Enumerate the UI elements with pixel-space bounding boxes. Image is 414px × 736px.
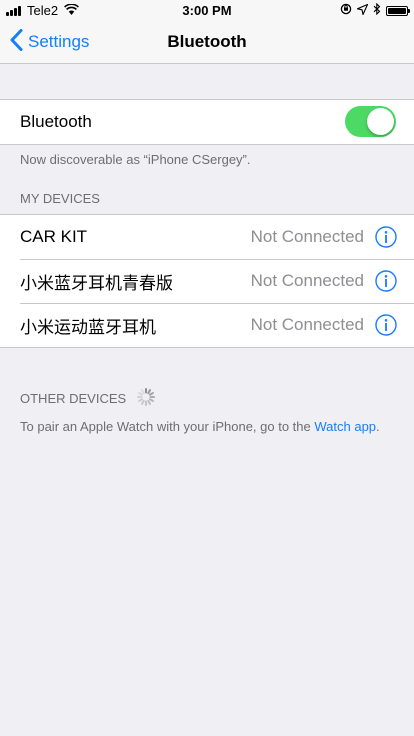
device-name: 小米运动蓝牙耳机 bbox=[20, 317, 156, 337]
orientation-lock-icon bbox=[340, 3, 352, 18]
watch-app-link[interactable]: Watch app bbox=[314, 419, 376, 434]
info-button-icon[interactable] bbox=[375, 314, 397, 336]
navigation-bar: Settings Bluetooth bbox=[0, 20, 414, 64]
my-devices-header-label: MY DEVICES bbox=[20, 191, 100, 206]
status-right bbox=[340, 2, 410, 18]
other-devices-header-label: OTHER DEVICES bbox=[20, 391, 127, 406]
bluetooth-toggle-group: Bluetooth bbox=[0, 99, 414, 145]
bluetooth-icon bbox=[373, 2, 381, 18]
discoverable-note: Now discoverable as “iPhone CSergey”. bbox=[20, 152, 251, 167]
bluetooth-toggle[interactable] bbox=[345, 106, 396, 137]
info-button-icon[interactable] bbox=[375, 270, 397, 292]
device-name: CAR KIT bbox=[20, 227, 88, 246]
device-name: 小米蓝牙耳机青春版 bbox=[20, 273, 173, 293]
my-devices-header: MY DEVICES bbox=[20, 191, 100, 206]
page-title: Bluetooth bbox=[167, 32, 247, 51]
status-bar: Tele2 3:00 PM bbox=[0, 0, 414, 20]
apple-watch-note-end: . bbox=[376, 419, 380, 434]
apple-watch-note: To pair an Apple Watch with your iPhone,… bbox=[20, 419, 380, 434]
device-status: Not Connected bbox=[250, 315, 364, 334]
device-status: Not Connected bbox=[250, 227, 364, 246]
device-row-car-kit[interactable]: CAR KIT Not Connected bbox=[0, 215, 414, 259]
toggle-knob bbox=[367, 108, 394, 135]
other-devices-header: OTHER DEVICES bbox=[20, 387, 156, 410]
bluetooth-label: Bluetooth bbox=[20, 112, 92, 131]
device-status: Not Connected bbox=[250, 271, 364, 290]
apple-watch-note-text: To pair an Apple Watch with your iPhone,… bbox=[20, 419, 315, 434]
my-devices-list: CAR KIT Not Connected 小米蓝牙耳机青春版 Not Conn… bbox=[0, 214, 414, 348]
info-button-icon[interactable] bbox=[375, 226, 397, 248]
loading-spinner-icon bbox=[136, 387, 156, 410]
battery-icon bbox=[386, 5, 410, 16]
bluetooth-row: Bluetooth bbox=[0, 100, 414, 144]
location-arrow-icon bbox=[356, 3, 369, 18]
device-row-mi-sport[interactable]: 小米运动蓝牙耳机 Not Connected bbox=[0, 303, 414, 347]
device-row-mi-youth[interactable]: 小米蓝牙耳机青春版 Not Connected bbox=[0, 259, 414, 303]
